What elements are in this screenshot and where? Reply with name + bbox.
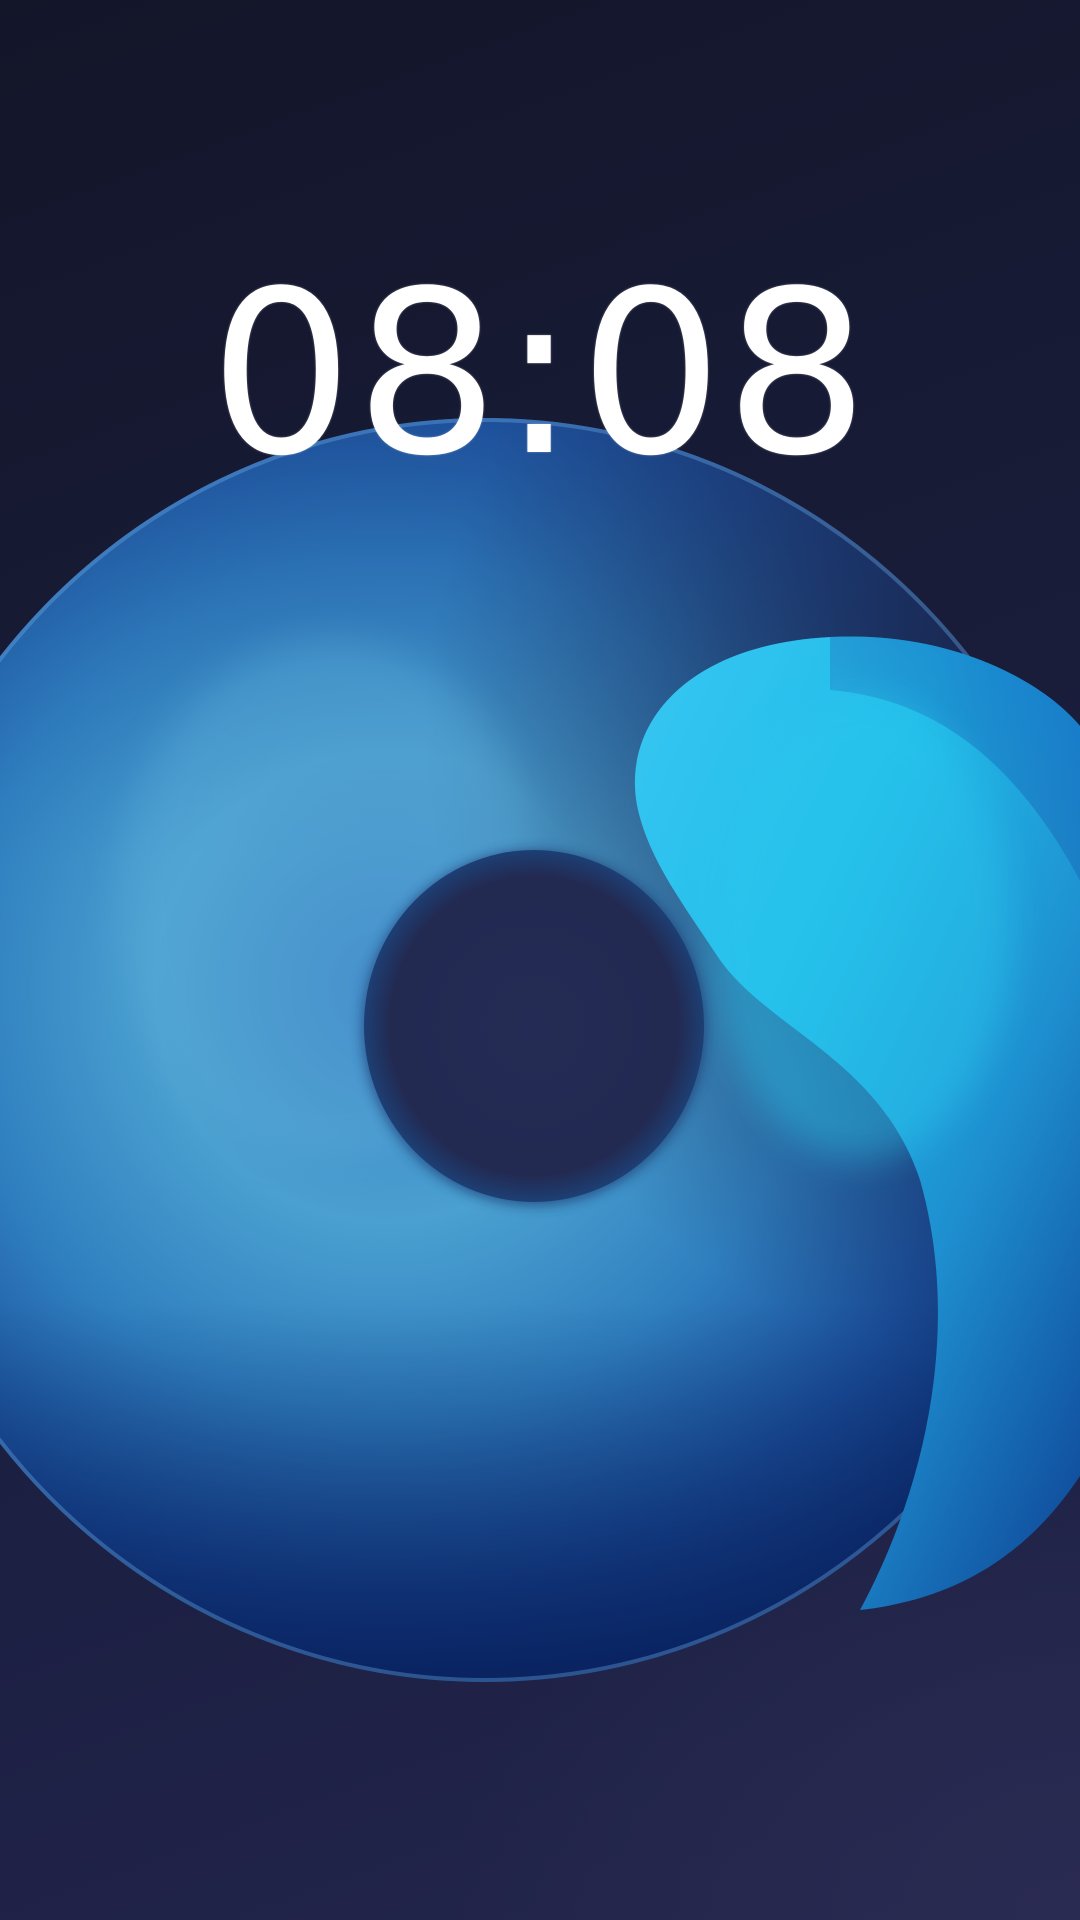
- lock-screen: 08:08: [0, 0, 1080, 1920]
- lock-screen-clock: 08:08: [209, 243, 871, 506]
